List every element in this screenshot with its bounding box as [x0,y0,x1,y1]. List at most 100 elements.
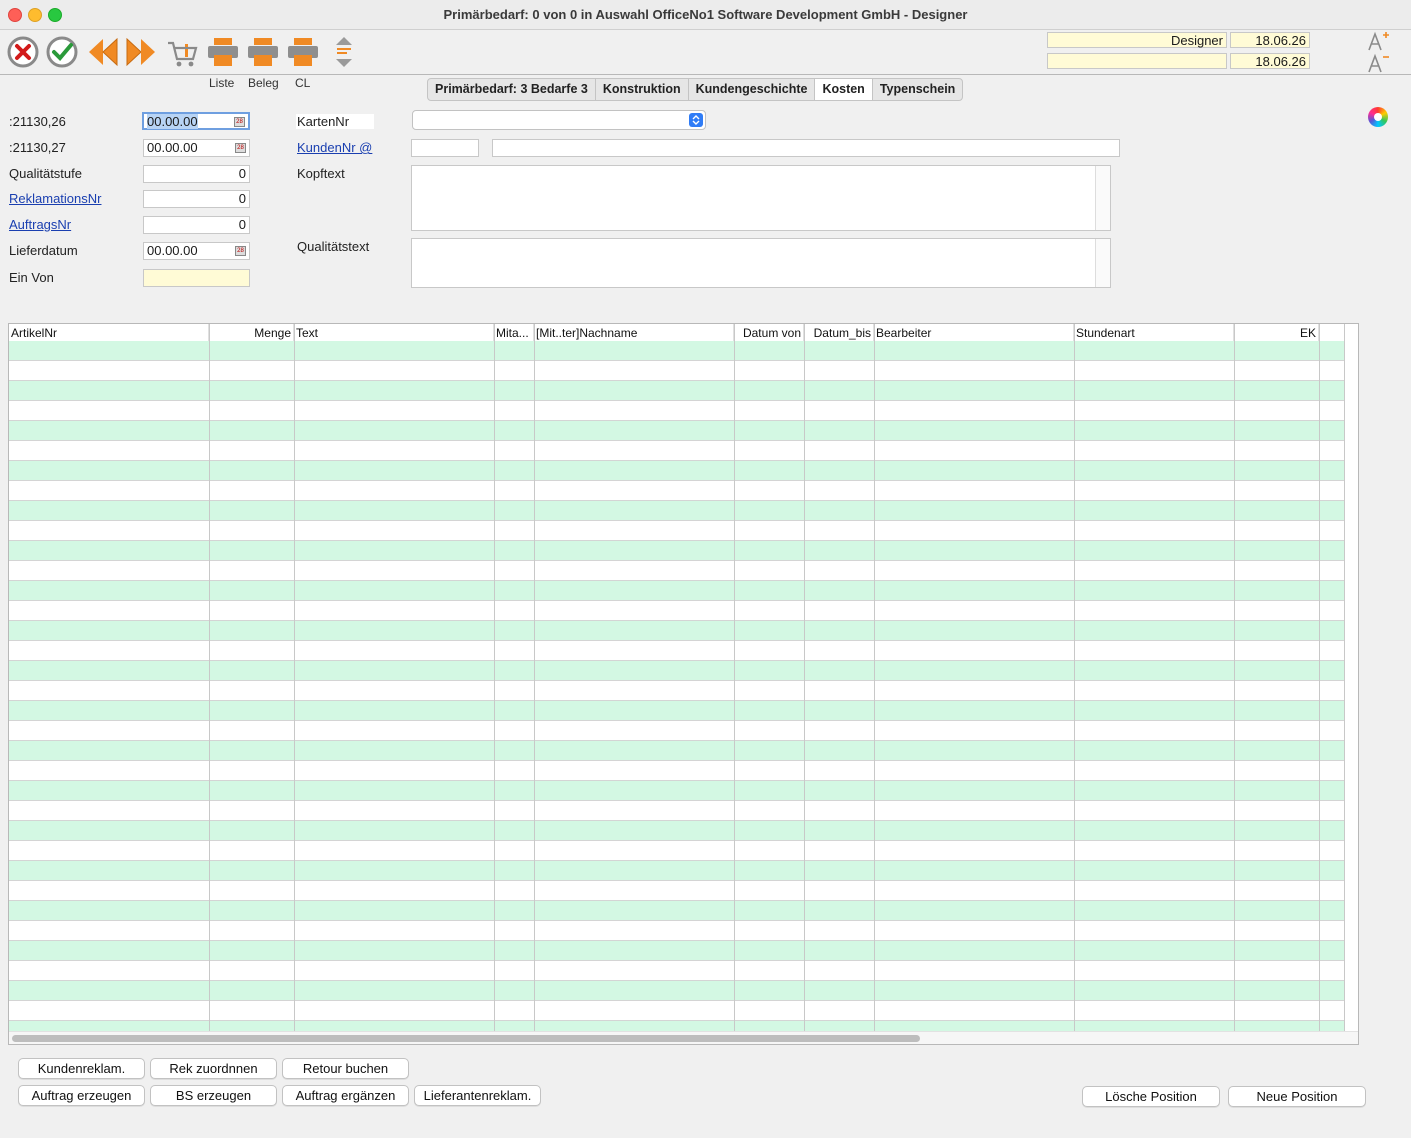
col-bearbeiter[interactable]: Bearbeiter [874,324,1074,341]
reklamationsnr-link[interactable]: ReklamationsNr [9,191,101,206]
tab-typenschein[interactable]: Typenschein [873,79,962,100]
chevron-updown-icon [689,113,703,127]
info-field [1047,53,1227,69]
retour-buchen-button[interactable]: Retour buchen [282,1058,409,1079]
loesche-position-button[interactable]: Lösche Position [1082,1086,1220,1107]
color-wheel-icon[interactable] [1368,107,1388,127]
kundennr-input[interactable] [411,139,479,157]
title-bar: Primärbedarf: 0 von 0 in Auswahl OfficeN… [0,0,1411,30]
col-menge[interactable]: Menge [209,324,294,341]
kartennr-select[interactable] [412,110,706,130]
col-artikelnr[interactable]: ArtikelNr [9,324,209,341]
date-field-1-input[interactable]: 00.00.00 28 [142,112,250,130]
lieferantenreklam-button[interactable]: Lieferantenreklam. [414,1085,541,1106]
scrollbar[interactable] [1095,166,1110,230]
rek-zuordnen-button[interactable]: Rek zuordnnen [150,1058,277,1079]
sort-arrows-icon [336,37,352,67]
cart-button[interactable] [164,30,200,74]
tab-bar: Primärbedarf: 3 Bedarfe 3 Konstruktion K… [427,78,964,101]
beleg-label: Beleg [248,76,279,90]
qualitaetsstufe-label: Qualitätstufe [9,166,82,181]
previous-record-button[interactable] [85,30,121,74]
col-divider [534,324,535,1031]
col-divider [294,324,295,1031]
reklamationsnr-input[interactable]: 0 [143,190,250,208]
col-divider [1344,324,1345,1031]
liste-label: Liste [209,76,235,90]
kundennr-link[interactable]: KundenNr @ [297,140,372,155]
arrow-left-icon [89,37,118,67]
col-divider [734,324,735,1031]
scrollbar-thumb[interactable] [12,1035,920,1042]
tab-konstruktion[interactable]: Konstruktion [596,79,689,100]
tab-kundengeschichte[interactable]: Kundengeschichte [689,79,816,100]
bs-erzeugen-button[interactable]: BS erzeugen [150,1085,277,1106]
print-cl-button[interactable] [285,30,321,74]
col-divider [209,324,210,1031]
qualitaetsstufe-input[interactable]: 0 [143,165,250,183]
col-datum-von[interactable]: Datum von [734,324,804,341]
kartennr-label: KartenNr [296,114,374,129]
col-ek[interactable]: EK [1234,324,1319,341]
tab-primaerbedarf[interactable]: Primärbedarf: 3 Bedarfe 3 [428,79,596,100]
scrollbar[interactable] [1095,239,1110,287]
lieferdatum-value: 00.00.00 [147,243,198,258]
next-record-button[interactable] [123,30,159,74]
calendar-icon[interactable]: 28 [235,246,246,256]
sort-button[interactable] [326,30,362,74]
kundenname-input[interactable] [492,139,1120,157]
date-field-1-label: :21130,26 [9,114,66,129]
tab-kosten[interactable]: Kosten [815,79,873,100]
ein-von-label: Ein Von [9,270,54,285]
date-field-1-value: 00.00.00 [147,114,198,129]
lieferdatum-input[interactable]: 00.00.00 28 [143,242,250,260]
calendar-icon[interactable]: 28 [234,117,245,127]
cancel-icon [7,36,39,68]
auftragsnr-input[interactable]: 0 [143,216,250,234]
date-field-1: 18.06.26 [1230,32,1310,48]
col-divider [1234,324,1235,1031]
calendar-icon[interactable]: 28 [235,143,246,153]
ein-von-input[interactable] [143,269,250,287]
col-datum-bis[interactable]: Datum_bis [804,324,874,341]
col-text[interactable]: Text [294,324,494,341]
col-stundenart[interactable]: Stundenart [1074,324,1234,341]
shopping-cart-icon [168,41,198,67]
kundenreklam-button[interactable]: Kundenreklam. [18,1058,145,1079]
date-field-2-value: 00.00.00 [147,140,198,155]
toolbar: Designer 18.06.26 18.06.26 [0,30,1411,75]
col-mita[interactable]: Mita... [494,324,534,341]
neue-position-button[interactable]: Neue Position [1228,1086,1366,1107]
checkmark-icon [46,36,78,68]
horizontal-scrollbar[interactable] [9,1031,1358,1044]
auftrag-ergaenzen-button[interactable]: Auftrag ergänzen [282,1085,409,1106]
col-divider [1319,324,1320,1031]
font-decrease-button[interactable] [1360,52,1396,74]
date-field-2: 18.06.26 [1230,53,1310,69]
font-decrease-icon [1368,53,1389,73]
auftragsnr-link[interactable]: AuftragsNr [9,217,71,232]
auftrag-erzeugen-button[interactable]: Auftrag erzeugen [18,1085,145,1106]
cl-label: CL [295,76,311,90]
qualitaetstext-label: Qualitätstext [297,239,370,254]
printer-icon [248,38,278,66]
print-list-button[interactable] [205,30,241,74]
positions-table[interactable]: ArtikelNr Menge Text Mita... [Mit..ter]N… [8,323,1359,1045]
printer-icon [288,38,318,66]
date-field-2-input[interactable]: 00.00.00 28 [143,139,250,157]
cancel-button[interactable] [5,30,41,74]
confirm-button[interactable] [44,30,80,74]
kopftext-label: Kopftext [297,166,345,181]
col-divider [804,324,805,1031]
qualitaetstext-textarea[interactable] [411,238,1111,288]
arrow-right-icon [126,37,155,67]
user-field: Designer [1047,32,1227,48]
font-increase-button[interactable] [1360,30,1396,52]
col-nachname[interactable]: [Mit..ter]Nachname [534,324,734,341]
col-divider [494,324,495,1031]
print-beleg-button[interactable] [245,30,281,74]
date-field-2-label: :21130,27 [9,140,66,155]
printer-icon [208,38,238,66]
col-divider [1074,324,1075,1031]
kopftext-textarea[interactable] [411,165,1111,231]
